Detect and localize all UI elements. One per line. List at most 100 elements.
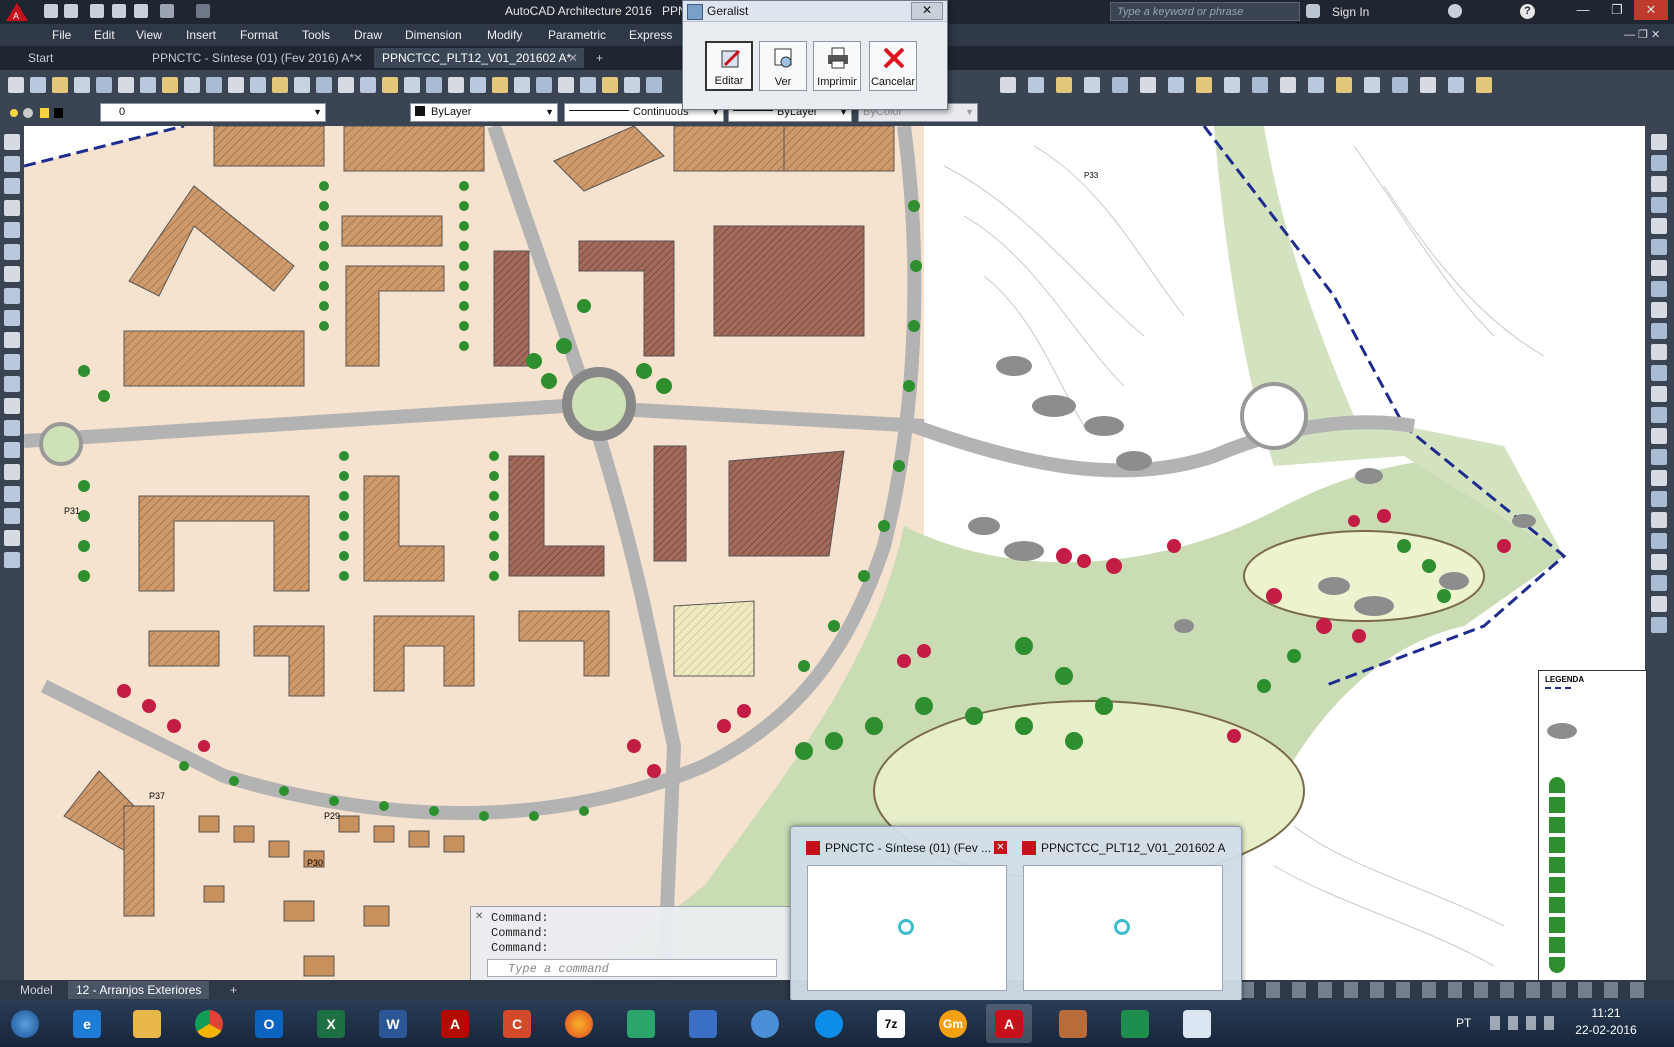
standard-tool-icon[interactable] — [140, 77, 156, 93]
tray-clock[interactable]: 11:21 22-02-2016 — [1566, 1005, 1646, 1039]
color-dropdown[interactable]: ByLayer ▼ — [410, 103, 558, 122]
cancelar-button[interactable]: Cancelar — [869, 41, 917, 91]
saveas-icon[interactable] — [112, 4, 126, 18]
standard-tool-icon[interactable] — [580, 77, 596, 93]
editar-button[interactable]: Editar — [705, 41, 753, 91]
architecture-tool-icon[interactable] — [1364, 77, 1380, 93]
menu-edit[interactable]: Edit — [94, 28, 115, 42]
menu-modify[interactable]: Modify — [487, 28, 522, 42]
menu-express[interactable]: Express — [629, 28, 672, 42]
architecture-tool-icon[interactable] — [1448, 77, 1464, 93]
standard-tool-icon[interactable] — [470, 77, 486, 93]
tab-sintese[interactable]: PPNCTC - Síntese (01) (Fev 2016) A* ✕ — [144, 48, 369, 68]
autocad-app-icon[interactable]: A — [4, 2, 30, 22]
modify-tool-icon[interactable] — [1651, 365, 1667, 381]
draw-tool-icon[interactable] — [4, 288, 20, 304]
print-icon[interactable] — [134, 4, 148, 18]
modify-tool-icon[interactable] — [1651, 449, 1667, 465]
modify-tool-icon[interactable] — [1651, 344, 1667, 360]
architecture-tool-icon[interactable] — [1336, 77, 1352, 93]
architecture-tool-icon[interactable] — [1476, 77, 1492, 93]
taskbar-app-list[interactable] — [1112, 1004, 1158, 1043]
architecture-tool-icon[interactable] — [1224, 77, 1240, 93]
modify-tool-icon[interactable] — [1651, 407, 1667, 423]
menu-format[interactable]: Format — [240, 28, 278, 42]
menu-insert[interactable]: Insert — [186, 28, 216, 42]
architecture-tool-icon[interactable] — [1000, 77, 1016, 93]
architecture-tool-icon[interactable] — [1140, 77, 1156, 93]
architecture-tool-icon[interactable] — [1392, 77, 1408, 93]
taskbar-excel[interactable]: X — [308, 1004, 354, 1043]
modify-tool-icon[interactable] — [1651, 260, 1667, 276]
modify-tool-icon[interactable] — [1651, 302, 1667, 318]
standard-tool-icon[interactable] — [74, 77, 90, 93]
draw-tool-icon[interactable] — [4, 332, 20, 348]
tray-icons[interactable] — [1490, 1016, 1560, 1030]
standard-tool-icon[interactable] — [514, 77, 530, 93]
tab-close-icon[interactable]: ✕ — [568, 48, 578, 68]
taskbar-outlook[interactable]: O — [246, 1004, 292, 1043]
architecture-tool-icon[interactable] — [1252, 77, 1268, 93]
taskbar-ie[interactable]: e — [64, 1004, 110, 1043]
standard-tool-icon[interactable] — [316, 77, 332, 93]
save-icon[interactable] — [90, 4, 104, 18]
modify-tool-icon[interactable] — [1651, 533, 1667, 549]
taskbar-ccleaner[interactable]: C — [494, 1004, 540, 1043]
draw-tool-icon[interactable] — [4, 244, 20, 260]
menu-view[interactable]: View — [136, 28, 162, 42]
modify-tool-icon[interactable] — [1651, 281, 1667, 297]
standard-tool-icon[interactable] — [294, 77, 310, 93]
modify-tool-icon[interactable] — [1651, 155, 1667, 171]
open-icon[interactable] — [64, 4, 78, 18]
standard-tool-icon[interactable] — [118, 77, 134, 93]
thumbnail-close-icon[interactable]: ✕ — [994, 841, 1007, 854]
taskbar-acrobat[interactable]: A — [432, 1004, 478, 1043]
standard-tool-icon[interactable] — [536, 77, 552, 93]
architecture-tool-icon[interactable] — [1084, 77, 1100, 93]
minimize-button[interactable]: — — [1566, 0, 1600, 20]
draw-tool-icon[interactable] — [4, 552, 20, 568]
standard-tool-icon[interactable] — [602, 77, 618, 93]
tab-close-icon[interactable]: ✕ — [353, 48, 363, 68]
modify-tool-icon[interactable] — [1651, 239, 1667, 255]
help-icon[interactable]: ? — [1520, 4, 1535, 19]
standard-tool-icon[interactable] — [250, 77, 266, 93]
draw-tool-icon[interactable] — [4, 486, 20, 502]
menu-parametric[interactable]: Parametric — [548, 28, 606, 42]
search-input[interactable]: Type a keyword or phrase — [1110, 2, 1300, 21]
redo-icon[interactable] — [196, 4, 210, 18]
architecture-tool-icon[interactable] — [1112, 77, 1128, 93]
standard-tool-icon[interactable] — [184, 77, 200, 93]
modify-tool-icon[interactable] — [1651, 617, 1667, 633]
close-button[interactable]: ✕ — [1634, 0, 1668, 20]
tab-plt12[interactable]: PPNCTCC_PLT12_V01_201602 A* ✕ — [374, 48, 584, 68]
menu-file[interactable]: File — [52, 28, 71, 42]
taskbar-teamviewer[interactable] — [806, 1004, 852, 1043]
imprimir-button[interactable]: Imprimir — [813, 41, 861, 91]
menu-dimension[interactable]: Dimension — [405, 28, 462, 42]
layer-dropdown[interactable]: 0 ▼ — [100, 103, 326, 122]
architecture-tool-icon[interactable] — [1056, 77, 1072, 93]
modify-tool-icon[interactable] — [1651, 197, 1667, 213]
draw-tool-icon[interactable] — [4, 420, 20, 436]
tab-start[interactable]: Start — [20, 48, 140, 68]
architecture-tool-icon[interactable] — [1280, 77, 1296, 93]
menu-draw[interactable]: Draw — [354, 28, 382, 42]
drawing-window-controls[interactable]: — ❐ ✕ — [1624, 28, 1670, 42]
standard-tool-icon[interactable] — [448, 77, 464, 93]
tab-layout-arranjos[interactable]: 12 - Arranjos Exteriores — [68, 981, 210, 999]
modify-tool-icon[interactable] — [1651, 491, 1667, 507]
standard-tool-icon[interactable] — [30, 77, 46, 93]
start-button[interactable] — [2, 1004, 48, 1043]
binoculars-icon[interactable] — [1306, 4, 1320, 18]
standard-tool-icon[interactable] — [382, 77, 398, 93]
modify-tool-icon[interactable] — [1651, 596, 1667, 612]
new-icon[interactable] — [44, 4, 58, 18]
modify-tool-icon[interactable] — [1651, 512, 1667, 528]
taskbar-word[interactable]: W — [370, 1004, 416, 1043]
taskbar-explorer[interactable] — [124, 1004, 170, 1043]
sign-in-button[interactable]: Sign In — [1332, 5, 1369, 19]
taskbar-7z[interactable]: 7z — [868, 1004, 914, 1043]
architecture-tool-icon[interactable] — [1420, 77, 1436, 93]
draw-tool-icon[interactable] — [4, 442, 20, 458]
